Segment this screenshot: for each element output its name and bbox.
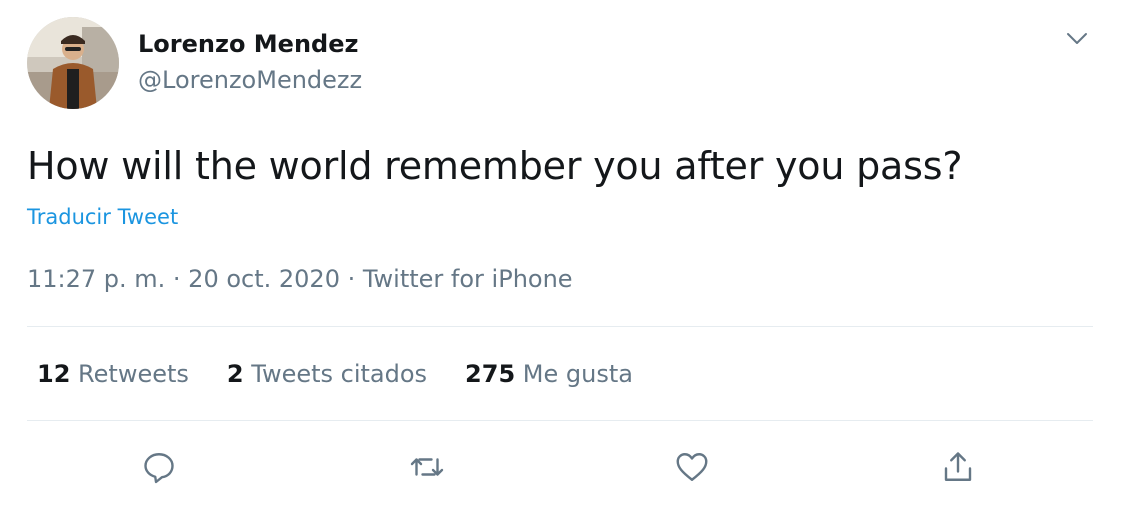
retweets-stat[interactable]: 12 Retweets [37, 360, 189, 388]
tweet-text: How will the world remember you after yo… [27, 144, 963, 188]
tweet-card: Lorenzo Mendez @LorenzoMendezz How will … [0, 0, 1125, 507]
chevron-down-icon [1067, 33, 1087, 44]
more-options-button[interactable] [1060, 26, 1094, 52]
retweet-button[interactable] [407, 447, 447, 487]
tweet-actions [0, 447, 1125, 487]
likes-label: Me gusta [522, 360, 633, 388]
likes-stat[interactable]: 275 Me gusta [465, 360, 633, 388]
tweet-timestamp[interactable]: 11:27 p. m. · 20 oct. 2020 · Twitter for… [27, 265, 573, 293]
share-button[interactable] [938, 447, 978, 487]
retweet-icon [410, 458, 444, 476]
quotes-stat[interactable]: 2 Tweets citados [227, 360, 427, 388]
likes-count: 275 [465, 360, 516, 388]
avatar[interactable] [27, 17, 119, 109]
quotes-count: 2 [226, 360, 244, 388]
like-button[interactable] [672, 447, 712, 487]
author-handle[interactable]: @LorenzoMendezz [138, 66, 362, 94]
translate-tweet-link[interactable]: Traducir Tweet [27, 205, 178, 229]
heart-icon [676, 453, 708, 481]
reply-button[interactable] [139, 447, 179, 487]
tweet-stats: 12 Retweets 2 Tweets citados 275 Me gust… [37, 360, 633, 388]
quotes-label: Tweets citados [251, 360, 428, 388]
retweets-count: 12 [37, 360, 71, 388]
avatar-image [27, 17, 119, 109]
divider [27, 420, 1093, 421]
author-name[interactable]: Lorenzo Mendez [138, 30, 358, 58]
reply-icon [144, 453, 174, 484]
divider [27, 326, 1093, 327]
share-icon [944, 452, 972, 481]
retweets-label: Retweets [78, 360, 189, 388]
